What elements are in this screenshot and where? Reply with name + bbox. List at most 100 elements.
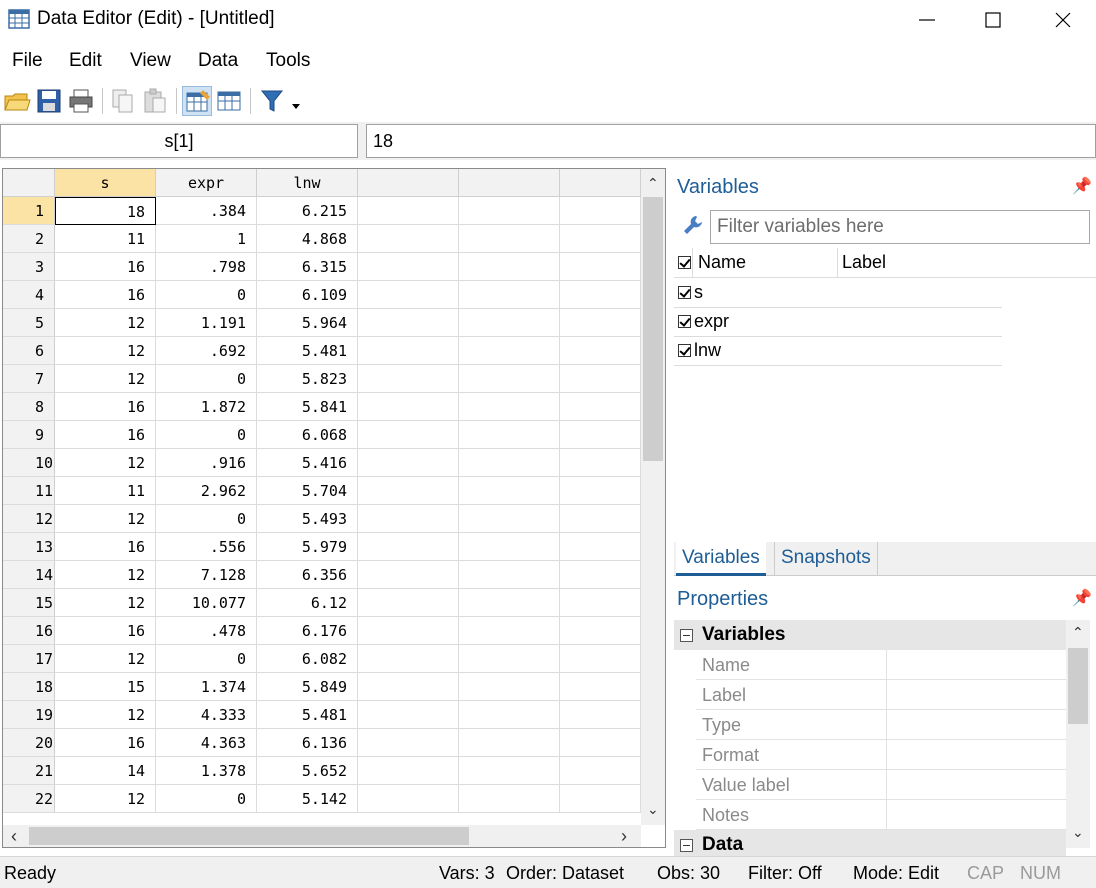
collapse-icon[interactable] (680, 629, 693, 642)
row-number[interactable]: 1 (3, 197, 55, 225)
variable-checkbox[interactable] (678, 286, 691, 299)
menu-tools[interactable]: Tools (266, 50, 310, 72)
cell-value-input[interactable]: 18 (366, 124, 1096, 158)
data-cell[interactable]: 12 (55, 561, 156, 589)
data-cell[interactable] (459, 365, 560, 393)
data-cell[interactable] (358, 421, 459, 449)
data-cell[interactable] (358, 337, 459, 365)
data-cell[interactable] (358, 617, 459, 645)
property-row[interactable]: Format (696, 740, 1066, 770)
horizontal-scroll-thumb[interactable] (29, 827, 469, 845)
data-cell[interactable]: 12 (55, 701, 156, 729)
row-number[interactable]: 14 (3, 561, 55, 589)
data-cell[interactable]: 10.077 (156, 589, 257, 617)
data-cell[interactable]: 0 (156, 281, 257, 309)
data-cell[interactable]: 12 (55, 365, 156, 393)
data-cell[interactable] (358, 561, 459, 589)
data-cell[interactable] (459, 645, 560, 673)
row-number[interactable]: 20 (3, 729, 55, 757)
data-cell[interactable] (560, 617, 641, 645)
data-cell[interactable] (459, 757, 560, 785)
data-cell[interactable] (459, 197, 560, 225)
scroll-up-icon[interactable]: ⌃ (1072, 624, 1084, 641)
wrench-icon[interactable] (682, 214, 704, 236)
data-cell[interactable]: 12 (55, 645, 156, 673)
data-cell[interactable]: 14 (55, 757, 156, 785)
data-cell[interactable] (459, 393, 560, 421)
data-cell[interactable] (459, 729, 560, 757)
data-cell[interactable] (459, 421, 560, 449)
variable-checkbox[interactable] (678, 344, 691, 357)
data-cell[interactable]: 18 (55, 197, 156, 225)
data-cell[interactable] (358, 197, 459, 225)
row-number[interactable]: 11 (3, 477, 55, 505)
grid-corner[interactable] (3, 169, 55, 197)
property-row[interactable]: Value label (696, 770, 1066, 800)
data-cell[interactable] (560, 589, 641, 617)
data-cell[interactable]: .384 (156, 197, 257, 225)
close-button[interactable] (1028, 0, 1096, 40)
data-cell[interactable] (560, 785, 641, 813)
data-cell[interactable]: 7.128 (156, 561, 257, 589)
data-cell[interactable]: 16 (55, 281, 156, 309)
data-cell[interactable] (560, 505, 641, 533)
data-cell[interactable]: 6.176 (257, 617, 358, 645)
variable-list-item[interactable]: s (674, 279, 1002, 308)
vertical-scroll-thumb[interactable] (643, 197, 663, 461)
data-cell[interactable]: .478 (156, 617, 257, 645)
data-cell[interactable]: 11 (55, 225, 156, 253)
data-cell[interactable]: 16 (55, 421, 156, 449)
paste-button[interactable] (140, 86, 170, 116)
data-cell[interactable] (459, 533, 560, 561)
data-cell[interactable]: 5.416 (257, 449, 358, 477)
data-cell[interactable] (560, 197, 641, 225)
data-cell[interactable]: .916 (156, 449, 257, 477)
data-cell[interactable] (358, 449, 459, 477)
collapse-icon[interactable] (680, 839, 693, 852)
data-cell[interactable] (560, 337, 641, 365)
data-cell[interactable] (560, 477, 641, 505)
data-cell[interactable] (358, 729, 459, 757)
data-cell[interactable] (560, 309, 641, 337)
data-cell[interactable]: .556 (156, 533, 257, 561)
select-all-checkbox[interactable] (678, 256, 691, 269)
data-cell[interactable]: 5.652 (257, 757, 358, 785)
data-cell[interactable]: 0 (156, 505, 257, 533)
data-cell[interactable]: 5.849 (257, 673, 358, 701)
data-cell[interactable] (560, 645, 641, 673)
data-cell[interactable] (358, 505, 459, 533)
data-cell[interactable] (560, 757, 641, 785)
data-cell[interactable]: 6.068 (257, 421, 358, 449)
data-cell[interactable]: 5.964 (257, 309, 358, 337)
data-cell[interactable] (560, 421, 641, 449)
data-cell[interactable]: 0 (156, 421, 257, 449)
data-cell[interactable]: 4.333 (156, 701, 257, 729)
data-cell[interactable] (358, 533, 459, 561)
row-number[interactable]: 4 (3, 281, 55, 309)
menu-data[interactable]: Data (198, 50, 238, 72)
data-cell[interactable] (358, 393, 459, 421)
row-number[interactable]: 6 (3, 337, 55, 365)
data-cell[interactable]: 12 (55, 785, 156, 813)
column-header[interactable]: s (55, 169, 156, 197)
data-cell[interactable] (358, 477, 459, 505)
properties-scroll-thumb[interactable] (1068, 648, 1088, 724)
data-cell[interactable]: 0 (156, 785, 257, 813)
data-cell[interactable]: 6.215 (257, 197, 358, 225)
variable-checkbox[interactable] (678, 315, 691, 328)
scroll-down-icon[interactable]: ⌄ (1072, 824, 1084, 841)
maximize-button[interactable] (958, 0, 1028, 40)
data-cell[interactable]: 12 (55, 505, 156, 533)
row-number[interactable]: 16 (3, 617, 55, 645)
data-cell[interactable]: 4.868 (257, 225, 358, 253)
data-cell[interactable] (358, 589, 459, 617)
data-cell[interactable] (560, 533, 641, 561)
copy-button[interactable] (108, 86, 138, 116)
data-cell[interactable]: 6.136 (257, 729, 358, 757)
data-cell[interactable]: 6.356 (257, 561, 358, 589)
data-cell[interactable]: 5.979 (257, 533, 358, 561)
column-header[interactable]: expr (156, 169, 257, 197)
row-number[interactable]: 21 (3, 757, 55, 785)
data-cell[interactable] (560, 729, 641, 757)
variable-list-item[interactable]: lnw (674, 337, 1002, 366)
